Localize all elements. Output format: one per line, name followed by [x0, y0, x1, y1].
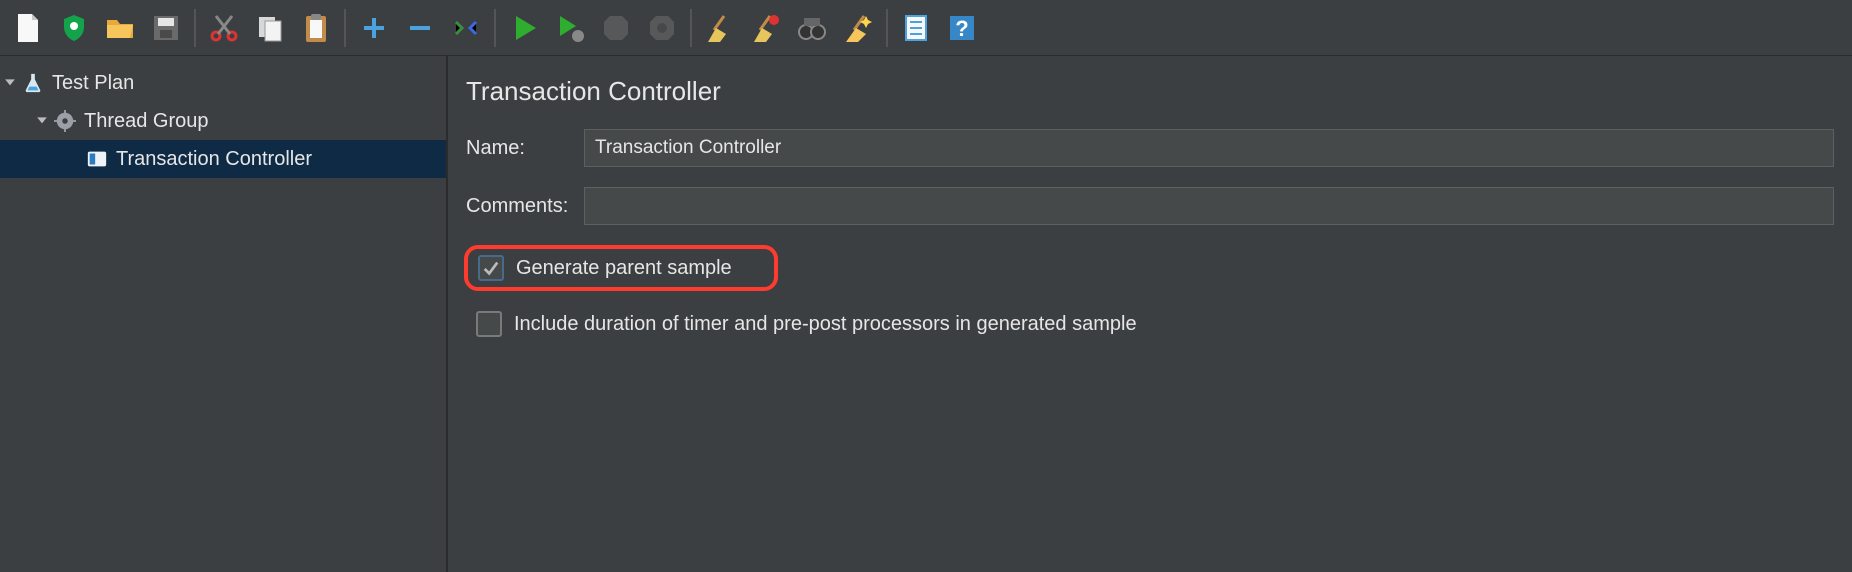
- stop-button: [594, 6, 638, 50]
- broom-sparkle-icon: [842, 12, 874, 44]
- new-file-icon: [12, 12, 44, 44]
- function-helper-button[interactable]: [894, 6, 938, 50]
- toggle-icon: [450, 12, 482, 44]
- panel-title: Transaction Controller: [466, 76, 1834, 107]
- tree-toggle[interactable]: [0, 77, 20, 89]
- binoculars-icon: [796, 12, 828, 44]
- scissors-icon: [208, 12, 240, 44]
- save-button[interactable]: [144, 6, 188, 50]
- tree-toggle[interactable]: [32, 115, 52, 127]
- new-file-button[interactable]: [6, 6, 50, 50]
- comments-label: Comments:: [466, 195, 584, 218]
- clear-all-button[interactable]: [744, 6, 788, 50]
- tree-node-label: Transaction Controller: [116, 148, 312, 171]
- include-duration-label: Include duration of timer and pre-post p…: [514, 313, 1137, 336]
- tree-node-transaction-controller[interactable]: Transaction Controller: [0, 140, 446, 178]
- open-button[interactable]: [98, 6, 142, 50]
- toggle-button[interactable]: [444, 6, 488, 50]
- plus-icon: [358, 12, 390, 44]
- gear-icon: [52, 110, 78, 132]
- floppy-disk-icon: [150, 12, 182, 44]
- toolbar-separator: [344, 9, 346, 47]
- paste-button[interactable]: [294, 6, 338, 50]
- include-duration-checkbox[interactable]: [476, 311, 502, 337]
- name-label: Name:: [466, 137, 584, 160]
- play-icon: [508, 12, 540, 44]
- beaker-icon: [20, 72, 46, 94]
- help-button[interactable]: ?: [940, 6, 984, 50]
- beaker-shield-icon: [58, 12, 90, 44]
- editor-panel: Transaction Controller Name: Comments: G…: [448, 56, 1852, 572]
- copy-button[interactable]: [248, 6, 292, 50]
- start-button[interactable]: [502, 6, 546, 50]
- stop-icon: [600, 12, 632, 44]
- tree-panel: Test Plan Thread Group Transaction Contr…: [0, 56, 448, 572]
- cut-button[interactable]: [202, 6, 246, 50]
- comments-input[interactable]: [584, 187, 1834, 225]
- reset-search-button[interactable]: [836, 6, 880, 50]
- toolbar-separator: [690, 9, 692, 47]
- search-button[interactable]: [790, 6, 834, 50]
- name-input[interactable]: [584, 129, 1834, 167]
- toolbar-separator: [494, 9, 496, 47]
- toolbar: ?: [0, 0, 1852, 56]
- toolbar-separator: [194, 9, 196, 47]
- toolbar-separator: [886, 9, 888, 47]
- controller-icon: [84, 148, 110, 170]
- generate-parent-label: Generate parent sample: [516, 257, 732, 280]
- clipboard-icon: [300, 12, 332, 44]
- svg-text:?: ?: [955, 16, 968, 41]
- collapse-button[interactable]: [398, 6, 442, 50]
- tree-node-test-plan[interactable]: Test Plan: [0, 64, 446, 102]
- shutdown-icon: [646, 12, 678, 44]
- shutdown-button: [640, 6, 684, 50]
- play-gear-icon: [554, 12, 586, 44]
- tree-node-label: Test Plan: [52, 72, 134, 95]
- clear-button[interactable]: [698, 6, 742, 50]
- expand-button[interactable]: [352, 6, 396, 50]
- highlight-annotation: Generate parent sample: [464, 245, 778, 291]
- start-no-pause-button[interactable]: [548, 6, 592, 50]
- help-icon: ?: [946, 12, 978, 44]
- notepad-icon: [900, 12, 932, 44]
- broom-all-icon: [750, 12, 782, 44]
- templates-button[interactable]: [52, 6, 96, 50]
- minus-icon: [404, 12, 436, 44]
- copy-icon: [254, 12, 286, 44]
- broom-icon: [704, 12, 736, 44]
- tree-node-thread-group[interactable]: Thread Group: [0, 102, 446, 140]
- folder-open-icon: [104, 12, 136, 44]
- tree-node-label: Thread Group: [84, 110, 209, 133]
- generate-parent-checkbox[interactable]: [478, 255, 504, 281]
